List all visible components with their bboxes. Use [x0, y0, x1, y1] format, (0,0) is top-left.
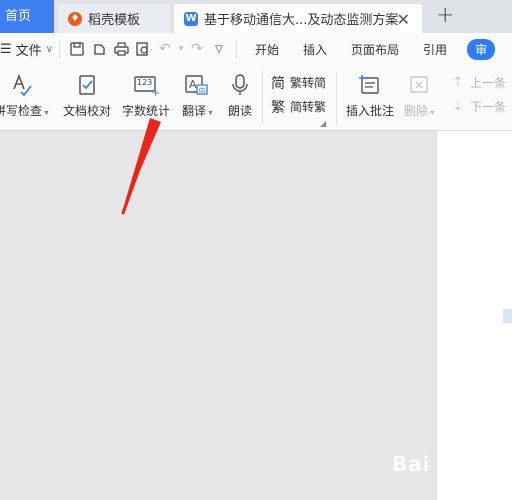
svg-text:中: 中 [199, 86, 206, 95]
tab-document[interactable]: W 基于移动通信大...及动态监测方案 ✕ [174, 4, 422, 33]
previous-comment-icon: ⇡ [452, 75, 464, 90]
export-icon[interactable] [88, 38, 110, 60]
undo-dropdown-icon[interactable]: ▾ [176, 38, 186, 60]
word-doc-icon: W [184, 11, 198, 26]
word-count-icon-text: 123 [137, 78, 153, 87]
review-ribbon: 拼写检查 ▾ 文档校对 123 + 字数统计 A中 翻译 ▾ 朗读 简 繁转简 … [0, 65, 512, 131]
traditional-to-simplified-label: 繁转简 [290, 76, 327, 90]
tab-home[interactable]: 首页 [0, 0, 54, 33]
file-menu-label: 文件 [15, 43, 42, 59]
simplified-char-icon: 繁 [271, 99, 285, 116]
insert-comment-button[interactable]: 插入批注 [346, 71, 394, 119]
insert-comment-label: 插入批注 [346, 104, 395, 118]
cursor-marker [503, 309, 512, 323]
svg-text:A: A [189, 78, 197, 91]
spell-check-label: 拼写检查 [0, 104, 43, 118]
read-aloud-label: 朗读 [227, 104, 252, 118]
translate-icon: A中 [183, 71, 211, 99]
chevron-down-icon: ▾ [428, 108, 435, 117]
chevron-down-icon: ▾ [206, 108, 213, 117]
word-count-button[interactable]: 123 + 字数统计 [122, 71, 170, 119]
word-count-icon: 123 + [132, 71, 160, 99]
redo-icon[interactable]: ↷ [186, 38, 208, 60]
simplified-to-traditional-label: 简转繁 [290, 100, 327, 114]
close-icon[interactable]: ✕ [397, 10, 410, 29]
add-tab-button[interactable]: + [436, 3, 454, 28]
tab-page-layout[interactable]: 页面布局 [339, 41, 411, 58]
plus-icon: + [151, 88, 160, 99]
docer-logo-icon: ♦ [68, 11, 82, 26]
spell-check-icon [7, 71, 35, 99]
file-menu[interactable]: ☰ 文件 ∨ [0, 40, 53, 59]
tab-template-label: 稻壳模板 [88, 13, 141, 28]
divider [262, 71, 263, 125]
tab-references[interactable]: 引用 [411, 41, 459, 58]
previous-comment-button[interactable]: ⇡ 上一条 [450, 74, 506, 91]
print-icon[interactable] [110, 38, 132, 60]
menu-row: ☰ 文件 ∨ ↶ ▾ ↷ ▽ 开始 插入 页面布局 引用 审 [0, 33, 512, 65]
translate-label: 翻译 [182, 104, 207, 118]
doc-proofread-button[interactable]: 文档校对 [63, 71, 111, 119]
read-aloud-button[interactable]: 朗读 [226, 71, 254, 119]
next-comment-button[interactable]: ⇣ 下一条 [450, 98, 506, 115]
tab-document-label: 基于移动通信大...及动态监测方案 [204, 13, 399, 28]
spell-check-button[interactable]: 拼写检查 ▾ [0, 71, 49, 119]
tab-template[interactable]: ♦ 稻壳模板 [58, 4, 170, 33]
tab-review[interactable]: 审 [467, 38, 496, 60]
translate-button[interactable]: A中 翻译 ▾ [182, 71, 213, 119]
delete-comment-button[interactable]: 删除 ▾ [404, 71, 435, 119]
divider [336, 71, 337, 125]
save-icon[interactable] [66, 38, 88, 60]
delete-label: 删除 [404, 104, 429, 118]
print-preview-icon[interactable] [132, 38, 154, 60]
divider [236, 40, 237, 58]
customize-dropdown-icon[interactable]: ▽ [208, 38, 230, 60]
microphone-icon [226, 71, 254, 99]
word-count-label: 字数统计 [122, 104, 171, 118]
chevron-down-icon: ∨ [45, 43, 53, 55]
hamburger-icon: ☰ [0, 41, 12, 57]
baidu-watermark: Bai 经验 [392, 452, 481, 476]
comment-icon [356, 71, 384, 99]
divider [59, 40, 60, 58]
document-page[interactable] [437, 131, 512, 500]
traditional-to-simplified-button[interactable]: 简 繁转简 [270, 74, 327, 92]
doc-proofread-label: 文档校对 [63, 104, 112, 118]
undo-icon[interactable]: ↶ [154, 38, 176, 60]
proofread-icon [73, 71, 101, 99]
tab-bar: 首页 ♦ 稻壳模板 W 基于移动通信大...及动态监测方案 ✕ + [0, 0, 512, 33]
group-expand-icon[interactable]: ◢ [320, 119, 326, 128]
traditional-char-icon: 简 [271, 75, 285, 92]
next-comment-icon: ⇣ [452, 99, 464, 114]
document-workspace [0, 131, 512, 500]
tab-insert[interactable]: 插入 [291, 41, 339, 58]
tab-start[interactable]: 开始 [243, 41, 291, 58]
chevron-down-icon: ▾ [42, 108, 49, 117]
previous-comment-label: 上一条 [470, 76, 507, 90]
next-comment-label: 下一条 [470, 100, 507, 114]
delete-comment-icon [405, 71, 433, 99]
simplified-to-traditional-button[interactable]: 繁 简转繁 [270, 98, 327, 116]
